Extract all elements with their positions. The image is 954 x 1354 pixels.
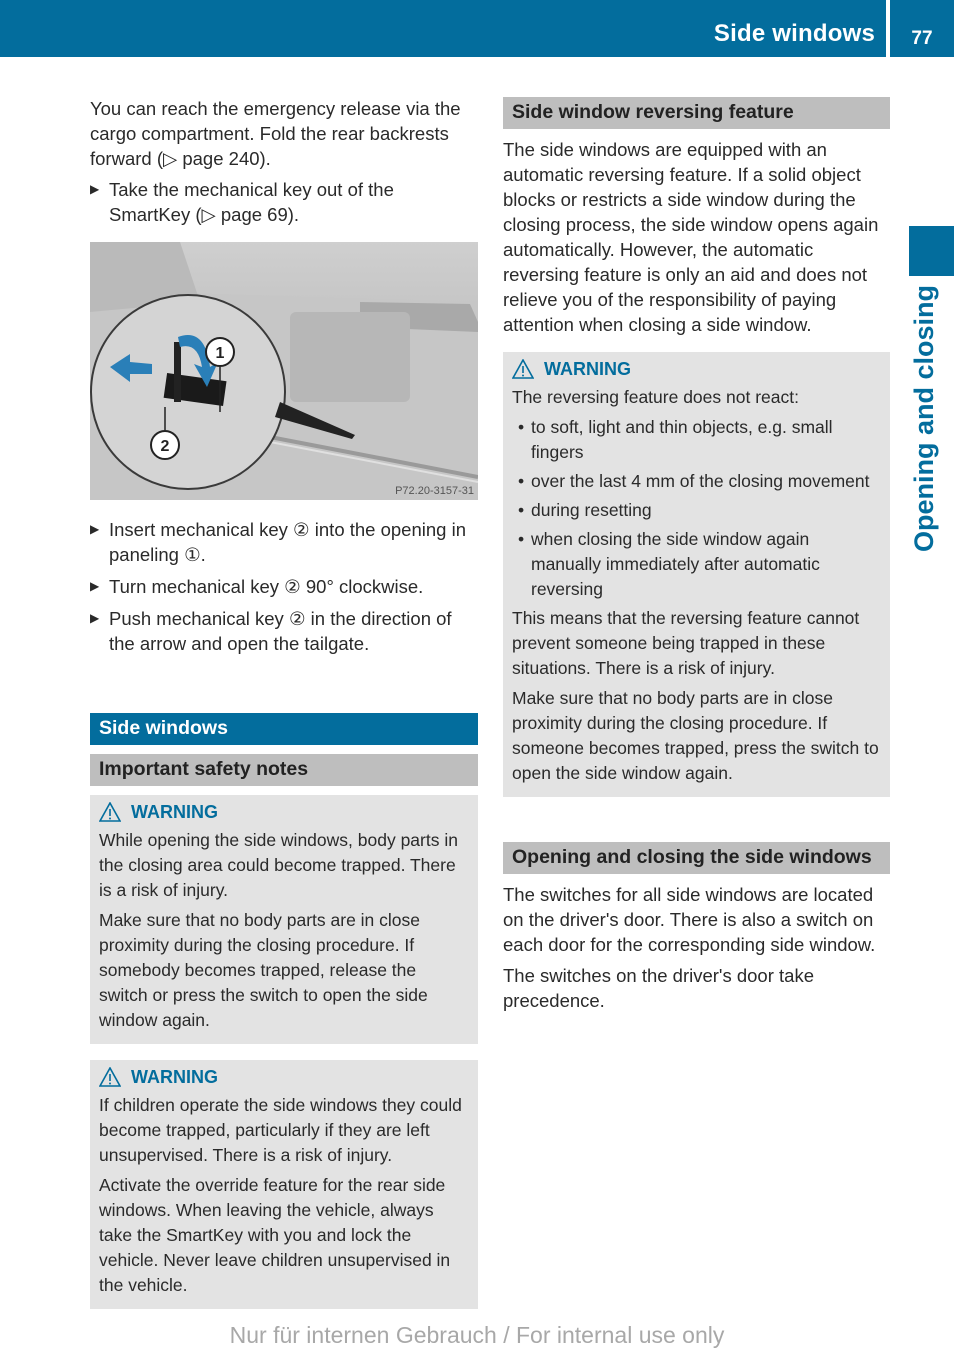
warning-paragraph: Activate the override feature for the re… (99, 1175, 451, 1295)
header-section-title: Side windows (713, 20, 875, 47)
figure-code: P72.20-3157-31 (395, 485, 474, 497)
warning-header: WARNING (99, 799, 469, 825)
warning-paragraph: If children operate the side windows the… (99, 1095, 462, 1165)
warning-box: WARNING While opening the side windows, … (90, 795, 478, 1044)
instruction-step: ▶ Take the mechanical key out of the Sma… (90, 177, 478, 227)
warning-box: WARNING The reversing feature does not r… (503, 352, 890, 797)
bullet-text: to soft, light and thin objects, e.g. sm… (531, 417, 833, 462)
warning-triangle-icon (99, 802, 121, 822)
bullet-item: • to soft, light and thin objects, e.g. s… (512, 415, 881, 465)
warning-paragraph: This means that the reversing feature ca… (512, 608, 860, 678)
bullet-item: • during resetting (512, 498, 881, 523)
warning-box: WARNING If children operate the side win… (90, 1060, 478, 1309)
warning-header: WARNING (512, 356, 881, 382)
warning-paragraph: Make sure that no body parts are in clos… (512, 688, 879, 783)
opening-paragraph: The switches for all side windows are lo… (503, 884, 876, 955)
step-text: Take the mechanical key out of the Smart… (109, 179, 394, 225)
bullet-text: over the last 4 mm of the closing moveme… (531, 471, 870, 491)
step-arrow-icon: ▶ (90, 182, 100, 196)
warning-label: WARNING (131, 802, 218, 822)
warning-triangle-icon (99, 1067, 121, 1087)
instruction-step: ▶ Push mechanical key ② in the direction… (90, 606, 478, 656)
callout-2: 2 (161, 438, 170, 455)
warning-header: WARNING (99, 1064, 469, 1090)
bullet-text: during resetting (531, 500, 652, 520)
opening-paragraph: The switches on the driver's door take p… (503, 965, 814, 1011)
warning-paragraph: Make sure that no body parts are in clos… (99, 910, 428, 1030)
illustration-emergency-release: 1 2 P72.20-3157-31 (90, 242, 478, 500)
bullet-text: when closing the side window again manua… (531, 529, 820, 599)
internal-use-watermark: Nur für internen Gebrauch / For internal… (229, 1322, 725, 1348)
step-arrow-icon: ▶ (90, 579, 100, 593)
illustration-drawing: 1 2 P72.20-3157-31 (90, 242, 478, 500)
step-text: Turn mechanical key ② 90° clockwise. (109, 576, 424, 597)
reversing-paragraph: The side windows are equipped with an au… (503, 139, 879, 335)
callout-1: 1 (216, 345, 225, 362)
intro-paragraph: You can reach the emergency release via … (90, 98, 461, 169)
instruction-step: ▶ Insert mechanical key ② into the openi… (90, 517, 478, 567)
instruction-step: ▶ Turn mechanical key ② 90° clockwise. (90, 574, 478, 599)
chapter-title-vertical: Opening and closing (909, 284, 939, 552)
step-arrow-icon: ▶ (90, 522, 100, 536)
warning-label: WARNING (544, 359, 631, 379)
step-text: Insert mechanical key ② into the opening… (109, 519, 466, 565)
bullet-item: • over the last 4 mm of the closing movem… (512, 469, 881, 494)
warning-intro: The reversing feature does not react: (512, 387, 799, 407)
step-arrow-icon: ▶ (90, 611, 100, 625)
chapter-thumb-tab (909, 226, 954, 276)
subheading-opening-closing: Opening and closing the side windows (503, 842, 890, 874)
subheading-reversing-feature: Side window reversing feature (503, 97, 890, 129)
right-column: Side window reversing feature The side w… (503, 97, 890, 1019)
step-text: Push mechanical key ② in the direction o… (109, 608, 452, 654)
bullet-dot-icon: • (518, 417, 525, 437)
bullet-dot-icon: • (518, 529, 525, 549)
bullet-dot-icon: • (518, 471, 525, 491)
bullet-dot-icon: • (518, 500, 525, 520)
bullet-item: • when closing the side window again manu… (512, 527, 881, 602)
warning-paragraph: While opening the side windows, body par… (99, 830, 458, 900)
warning-triangle-icon (512, 359, 534, 379)
left-column: You can reach the emergency release via … (90, 96, 478, 1309)
page-number: 77 (911, 28, 933, 49)
warning-label: WARNING (131, 1067, 218, 1087)
subheading-safety-notes: Important safety notes (90, 754, 478, 786)
page-header: Side windows 77 (0, 0, 954, 57)
section-heading-side-windows: Side windows (90, 713, 478, 745)
